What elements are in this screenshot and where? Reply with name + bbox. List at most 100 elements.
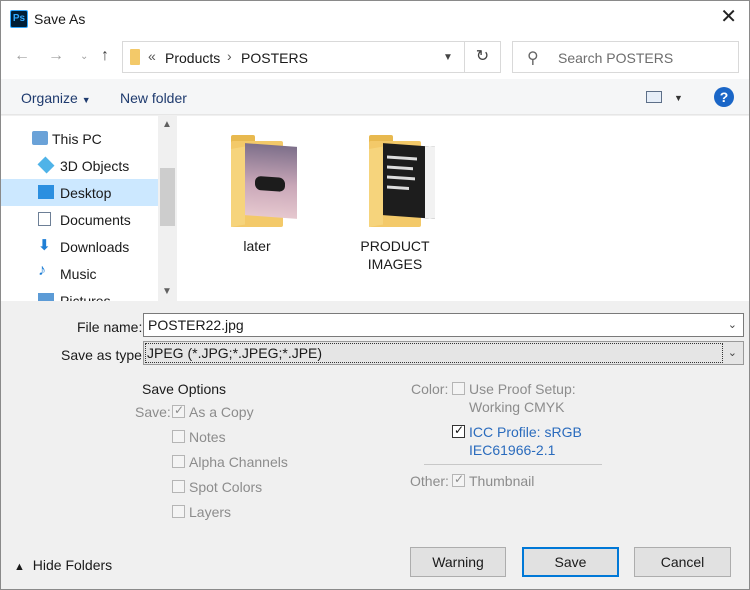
save-as-type-label: Save as type: (61, 347, 146, 363)
folder-item-later[interactable]: later (187, 131, 327, 291)
folder-name: later (243, 238, 271, 254)
color-label: Color: (411, 381, 449, 397)
folder-name-line1: PRODUCT (360, 238, 430, 254)
other-label: Other: (410, 473, 449, 489)
folder-item-product-images[interactable]: PRODUCT IMAGES (325, 131, 465, 291)
folder-name-line2: IMAGES (367, 256, 423, 272)
recent-chevron-icon[interactable]: ⌄ (80, 51, 88, 62)
file-name-input[interactable]: POSTER22.jpg ⌄ (143, 313, 744, 337)
spot-colors-label: Spot Colors (189, 479, 263, 495)
navigation-pane: This PC 3D Objects Desktop Documents ⬇ D… (1, 116, 177, 301)
tree-item-pictures[interactable]: Pictures (1, 287, 158, 301)
file-name-label: File name: (77, 319, 143, 335)
search-icon: ⚲ (527, 50, 539, 67)
save-label: Save: (135, 404, 171, 420)
folder-icon (130, 49, 140, 65)
tree-item-desktop[interactable]: Desktop (1, 179, 158, 206)
save-button[interactable]: Save (522, 547, 619, 577)
breadcrumb-products[interactable]: Products (165, 50, 220, 66)
tree-item-downloads[interactable]: ⬇ Downloads (1, 233, 158, 260)
photoshop-icon: Ps (10, 10, 28, 28)
tree-item-label: Desktop (60, 185, 112, 201)
layers-checkbox[interactable] (172, 505, 185, 518)
tree-item-this-pc[interactable]: This PC (1, 125, 158, 152)
tree-scrollbar[interactable]: ▲ ▼ (158, 116, 177, 301)
refresh-button[interactable]: ↻ (465, 41, 501, 73)
tree-item-3d-objects[interactable]: 3D Objects (1, 152, 158, 179)
chevron-down-icon: ▼ (81, 95, 91, 105)
breadcrumb-posters[interactable]: POSTERS (241, 50, 308, 66)
forward-arrow-icon[interactable]: → (48, 47, 64, 65)
warning-button[interactable]: Warning (410, 547, 506, 577)
path-overflow[interactable]: « (148, 48, 156, 64)
up-arrow-icon[interactable]: ↑ (101, 47, 109, 65)
search-box[interactable]: ⚲ Search POSTERS (512, 41, 739, 73)
thumbnail-checkbox[interactable] (452, 472, 465, 487)
folder-icon (369, 135, 435, 227)
notes-label: Notes (189, 429, 226, 445)
folder-name: PRODUCT IMAGES (325, 237, 465, 273)
help-button[interactable]: ? (714, 87, 734, 107)
address-bar[interactable]: « Products › POSTERS ▼ (122, 41, 465, 73)
new-folder-button[interactable]: New folder (120, 90, 187, 106)
save-as-type-value: JPEG (*.JPG;*.JPEG;*.JPE) (147, 345, 323, 361)
tree-item-music[interactable]: ♪ Music (1, 260, 158, 287)
tree-item-documents[interactable]: Documents (1, 206, 158, 233)
hide-folders-label: Hide Folders (32, 557, 113, 573)
organize-label: Organize (21, 90, 78, 106)
command-bar: Organize ▼ New folder ▼ ? (1, 79, 749, 115)
notes-checkbox[interactable] (172, 430, 185, 443)
tree-item-label: This PC (52, 131, 102, 147)
documents-icon (38, 212, 51, 226)
alpha-channels-checkbox[interactable] (172, 455, 185, 468)
desktop-icon (38, 185, 54, 199)
tree-item-label: Downloads (60, 239, 130, 255)
thumbnail-label: Thumbnail (469, 473, 535, 489)
tree-item-label: 3D Objects (60, 158, 130, 174)
tree-item-label: Music (60, 266, 97, 282)
as-a-copy-label: As a Copy (189, 404, 254, 420)
hide-folders-button[interactable]: ▲ Hide Folders (14, 557, 112, 573)
folder-icon (231, 135, 297, 227)
title-bar: Ps Save As ✕ (1, 1, 749, 37)
options-divider (424, 464, 602, 465)
as-a-copy-checkbox[interactable] (172, 403, 185, 418)
organize-button[interactable]: Organize ▼ (21, 90, 91, 106)
alpha-channels-label: Alpha Channels (189, 454, 288, 470)
pictures-icon (38, 293, 54, 301)
scroll-down-icon[interactable]: ▼ (162, 286, 172, 297)
view-dropdown-icon[interactable]: ▼ (674, 93, 683, 103)
use-proof-setup-label: Use Proof Setup: (469, 381, 576, 397)
save-options-title: Save Options (142, 381, 227, 397)
navigation-bar: ← → ⌄ ↑ « Products › POSTERS ▼ ↻ ⚲ Searc… (1, 37, 749, 79)
icc-profile-label[interactable]: ICC Profile: sRGB (469, 424, 582, 440)
chevron-down-icon[interactable]: ⌄ (728, 346, 737, 359)
scroll-up-icon[interactable]: ▲ (162, 119, 172, 130)
chevron-up-icon: ▲ (14, 561, 25, 573)
spot-colors-checkbox[interactable] (172, 480, 185, 493)
icc-profile-checkbox[interactable] (452, 423, 465, 438)
use-proof-setup-checkbox[interactable] (452, 382, 465, 395)
proof-profile-label: Working CMYK (469, 399, 565, 415)
cancel-button[interactable]: Cancel (634, 547, 731, 577)
icc-profile-name: IEC61966-2.1 (469, 442, 556, 458)
file-name-value: POSTER22.jpg (148, 317, 244, 333)
view-options-icon[interactable] (646, 91, 662, 103)
search-input[interactable]: Search POSTERS (558, 50, 673, 66)
window-title: Save As (34, 11, 86, 27)
save-as-type-select[interactable]: JPEG (*.JPG;*.JPEG;*.JPE) ⌄ (143, 341, 744, 365)
scrollbar-thumb[interactable] (160, 168, 175, 226)
back-arrow-icon[interactable]: ← (14, 47, 30, 65)
chevron-down-icon[interactable]: ⌄ (728, 318, 737, 331)
downloads-icon: ⬇ (38, 237, 51, 254)
music-icon: ♪ (38, 262, 46, 279)
address-dropdown-icon[interactable]: ▼ (443, 52, 453, 63)
tree-item-label: Pictures (60, 293, 111, 301)
computer-icon (32, 131, 48, 145)
save-as-dialog: Ps Save As ✕ ← → ⌄ ↑ « Products › POSTER… (0, 0, 750, 590)
3d-objects-icon (37, 156, 55, 174)
close-icon[interactable]: ✕ (720, 7, 737, 27)
file-list: later PRODUCT IMAGES (177, 116, 749, 301)
layers-label: Layers (189, 504, 232, 520)
breadcrumb-separator-icon: › (227, 48, 232, 64)
